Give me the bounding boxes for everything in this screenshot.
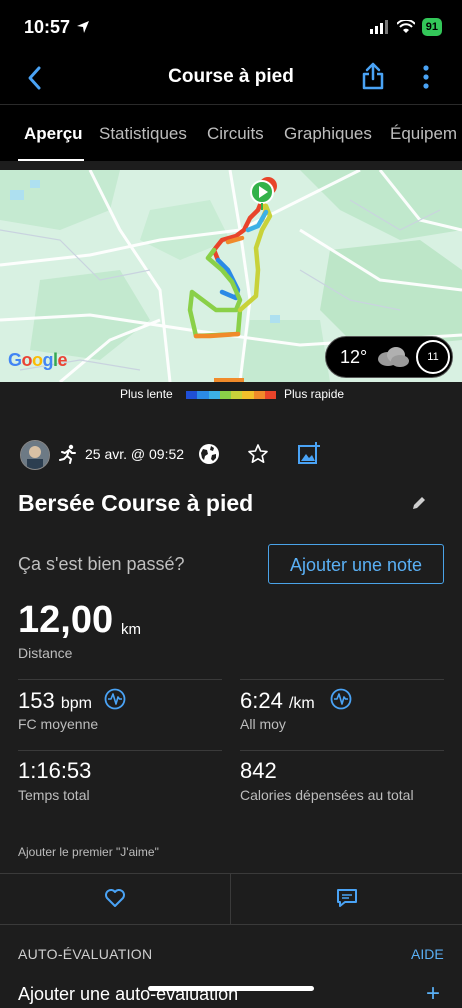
activity-date: 25 avr. @ 09:52 [85,446,185,462]
legend-slow-label: Plus lente [120,387,173,401]
top-bar: 10:57 91 Course à pied [0,0,462,104]
home-indicator [148,986,314,991]
avg-pace-label: All moy [240,716,286,732]
legend-fast-label: Plus rapide [284,387,345,401]
edit-pencil-icon[interactable] [410,494,428,512]
weather-badge[interactable]: 12° 11 [325,336,453,378]
feedback-question: Ça s'est bien passé? [18,554,185,574]
globe-privacy-icon[interactable] [198,443,220,465]
tab-statistiques[interactable]: Statistiques [99,124,187,144]
tab-circuits[interactable]: Circuits [207,124,264,144]
avg-pace-unit: /km [288,695,315,712]
tab-bar: Aperçu Statistiques Circuits Graphiques … [0,104,462,161]
tab-graphiques[interactable]: Graphiques [284,124,372,144]
distance-label: Distance [18,645,73,661]
distance-unit: km [121,621,141,638]
pace-color-swatch [264,391,276,399]
calories-value: 842 [240,758,277,783]
status-indicators: 91 [369,18,442,36]
avg-hr-stat: 153 bpm [18,688,92,714]
avg-hr-value: 153 [18,688,55,713]
tab-equipement[interactable]: Équipem [390,124,457,144]
share-icon[interactable] [361,62,385,90]
add-note-button[interactable]: Ajouter une note [268,544,444,584]
avg-pace-value: 6:24 [240,688,283,713]
tab-apercu[interactable]: Aperçu [24,124,83,144]
pace-color-swatch [186,391,198,399]
wifi-icon [396,20,415,33]
pace-color-swatch [253,391,265,399]
pace-color-scale [186,391,276,399]
wind-speed-dial: 11 [416,340,450,374]
comment-button[interactable] [231,874,461,924]
active-tab-indicator [18,159,84,161]
pace-color-swatch [231,391,243,399]
total-time-value: 1:16:53 [18,758,92,783]
first-like-prompt[interactable]: Ajouter le premier "J'aime" [18,845,159,859]
weather-temperature: 12° [340,347,368,367]
avg-hr-label: FC moyenne [18,716,99,732]
add-photo-icon[interactable] [297,441,321,465]
signal-icon [369,20,388,34]
add-icon[interactable]: + [426,980,440,1008]
distance-value: 12,00 [18,599,114,641]
self-evaluation-heading: AUTO-ÉVALUATION [18,946,153,962]
avg-pace-stat: 6:24 /km [240,688,315,714]
divider [18,750,222,751]
page-title: Course à pied [168,66,294,87]
pace-chart-icon[interactable] [330,688,352,710]
total-time-label: Temps total [18,787,90,803]
divider [240,750,444,751]
avatar[interactable] [20,440,50,470]
location-arrow-icon [77,21,89,33]
star-favorite-icon[interactable] [247,443,269,465]
heart-rate-chart-icon[interactable] [104,688,126,710]
divider [18,679,222,680]
cloud-icon [378,347,409,367]
activity-title: Bersée Course à pied [18,490,254,516]
running-activity-icon [59,444,76,464]
more-options-icon[interactable] [418,64,434,92]
pace-color-swatch [242,391,254,399]
battery-indicator: 91 [421,18,442,36]
wind-speed: 11 [427,351,439,363]
social-action-row [0,873,462,925]
comment-icon [337,889,357,907]
divider [240,679,444,680]
avg-hr-unit: bpm [60,695,92,712]
pace-color-swatch [197,391,209,399]
help-link[interactable]: AIDE [411,946,444,962]
pace-color-swatch [208,391,220,399]
google-logo: Google [8,350,68,370]
like-button[interactable] [0,874,230,924]
pace-color-swatch [219,391,231,399]
pace-legend: Plus lente Plus rapide [0,382,462,408]
calories-label: Calories dépensées au total [240,787,414,803]
status-time: 10:57 [24,17,71,37]
heart-icon [105,889,125,907]
